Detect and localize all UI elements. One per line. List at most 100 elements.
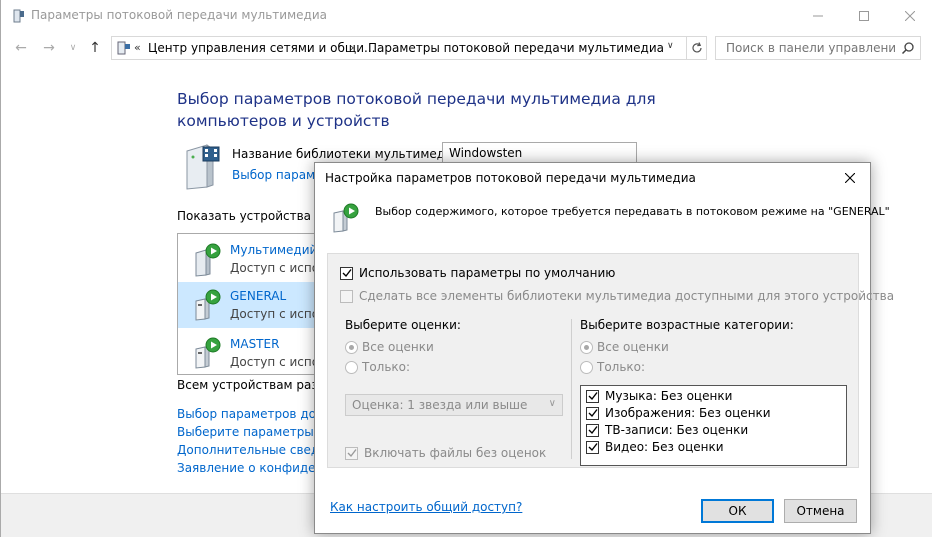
media-device-icon [195,337,221,369]
settings-panel: Использовать параметры по умолчанию Сдел… [327,253,894,468]
column-divider [571,319,572,459]
minimize-button[interactable] [795,0,841,32]
breadcrumb-separator-icon[interactable]: › [350,41,354,54]
up-arrow-icon: ↑ [89,40,101,56]
device-status: Доступ с испол [230,261,316,275]
recent-locations-button[interactable]: ∨ [63,38,83,58]
include-unrated-label: Включать файлы без оценок [364,446,547,460]
checkbox-checked-icon[interactable] [345,446,358,460]
maximize-button[interactable] [841,0,887,32]
checkbox-checked-icon[interactable] [586,389,599,403]
media-streaming-icon [13,9,24,23]
device-item-master[interactable]: MASTER Доступ с испол [178,330,316,374]
control-panel-window: Параметры потоковой передачи мультимедиа… [0,0,932,537]
media-library-icon [186,144,220,190]
breadcrumb-network-center[interactable]: Центр управления сетями и общи... [148,41,375,55]
checkbox-checked-icon[interactable] [340,266,353,280]
ratings-all-label: Все оценки [362,340,434,354]
checkbox-checked-icon[interactable] [586,406,599,420]
back-button[interactable]: ← [11,38,31,58]
customize-streaming-dialog: Настройка параметров потоковой передачи … [314,162,894,534]
device-item-multimedia[interactable]: Мультимедийн Доступ с испол [178,236,317,282]
include-unrated-checkbox[interactable]: Включать файлы без оценок [345,446,546,460]
dialog-close-button[interactable] [837,167,863,189]
device-name: Мультимедийн [230,243,317,257]
radio-unselected-icon[interactable] [580,360,593,374]
checkbox-unchecked-icon[interactable] [340,289,353,303]
ok-button[interactable]: ОК [701,499,774,523]
control-panel-icon [117,41,130,55]
minimize-icon [813,15,823,17]
cancel-button[interactable]: Отмена [784,499,857,523]
privacy-statement-link[interactable]: Заявление о конфиденц [177,461,332,475]
device-status: Доступ с испол [230,355,316,369]
dialog-description: Выбор содержимого, которое требуется пер… [375,205,890,218]
search-icon[interactable] [901,41,915,55]
window-title: Параметры потоковой передачи мультимедиа [31,8,327,22]
rating-select[interactable]: Оценка: 1 звезда или выше ∨ [345,394,563,416]
rating-select-value: Оценка: 1 звезда или выше [352,398,528,412]
age-only-label: Только: [597,360,646,374]
use-defaults-checkbox[interactable]: Использовать параметры по умолчанию [340,266,615,280]
close-icon [905,11,915,21]
age-item-label: ТВ-записи: Без оценки [605,423,749,437]
device-item-general[interactable]: GENERAL Доступ с испол [178,282,316,328]
breadcrumb-overflow[interactable]: « [134,41,141,54]
forward-button[interactable]: → [39,38,59,58]
media-device-icon [195,289,221,321]
refresh-button[interactable] [687,36,707,60]
use-defaults-label: Использовать параметры по умолчанию [359,266,616,280]
age-item-label: Музыка: Без оценки [605,389,733,403]
media-device-icon [195,243,221,277]
dialog-title: Настройка параметров потоковой передачи … [325,171,696,185]
age-only-radio[interactable]: Только: [580,360,645,374]
age-all-radio[interactable]: Все оценки [580,340,669,354]
chevron-down-icon: ∨ [548,398,556,409]
show-devices-label: Показать устройства на: [177,209,335,223]
chevron-down-icon: ∨ [69,43,77,53]
age-item-label: Видео: Без оценки [605,440,724,454]
refresh-icon [691,42,702,53]
back-arrow-icon: ← [15,40,27,56]
radio-unselected-icon[interactable] [345,360,358,374]
homegroup-settings-link[interactable]: Выбор параметров дома [177,407,332,421]
navigation-bar: ← → ∨ ↑ « Центр управления сетями и общи… [1,34,932,62]
address-bar[interactable]: « Центр управления сетями и общи... › Па… [111,36,687,60]
page-heading: Выбор параметров потоковой передачи муль… [177,90,656,130]
all-devices-allowed-text: Всем устройствам разре [177,378,333,392]
age-categories-list: Музыка: Без оценки Изображения: Без оцен… [580,385,847,466]
forward-arrow-icon: → [43,40,55,56]
age-item-video[interactable]: Видео: Без оценки [586,440,724,454]
address-dropdown-icon[interactable]: ∨ [667,41,674,51]
radio-selected-icon[interactable] [580,340,593,354]
checkbox-checked-icon[interactable] [586,423,599,437]
age-categories-title: Выберите возрастные категории: [580,318,794,332]
age-item-label: Изображения: Без оценки [605,406,771,420]
up-button[interactable]: ↑ [85,38,105,58]
radio-selected-icon[interactable] [345,340,358,354]
search-input[interactable] [716,37,896,59]
make-all-available-label: Сделать все элементы библиотеки мультиме… [359,289,895,303]
device-status: Доступ с испол [230,307,316,321]
device-list: Мультимедийн Доступ с испол GENERAL Дост… [177,233,317,375]
age-all-label: Все оценки [597,340,669,354]
library-name-label: Название библиотеки мультимедиа: [232,147,465,161]
close-button[interactable] [887,0,932,32]
media-device-icon [333,203,359,233]
checkbox-checked-icon[interactable] [586,440,599,454]
close-icon [845,173,855,183]
ratings-only-radio[interactable]: Только: [345,360,410,374]
more-info-link[interactable]: Дополнительные сведен [177,443,334,457]
ratings-all-radio[interactable]: Все оценки [345,340,434,354]
device-name: GENERAL [230,289,287,303]
age-item-pictures[interactable]: Изображения: Без оценки [586,406,771,420]
title-bar: Параметры потоковой передачи мультимедиа [1,0,932,32]
sharing-help-link[interactable]: Как настроить общий доступ? [330,500,522,514]
search-box[interactable] [715,36,921,60]
age-item-music[interactable]: Музыка: Без оценки [586,389,732,403]
maximize-icon [859,11,869,21]
age-item-tv[interactable]: ТВ-записи: Без оценки [586,423,748,437]
make-all-available-checkbox[interactable]: Сделать все элементы библиотеки мультиме… [340,289,894,303]
breadcrumb-streaming-options[interactable]: Параметры потоковой передачи мультимедиа [368,41,664,55]
ratings-only-label: Только: [362,360,411,374]
